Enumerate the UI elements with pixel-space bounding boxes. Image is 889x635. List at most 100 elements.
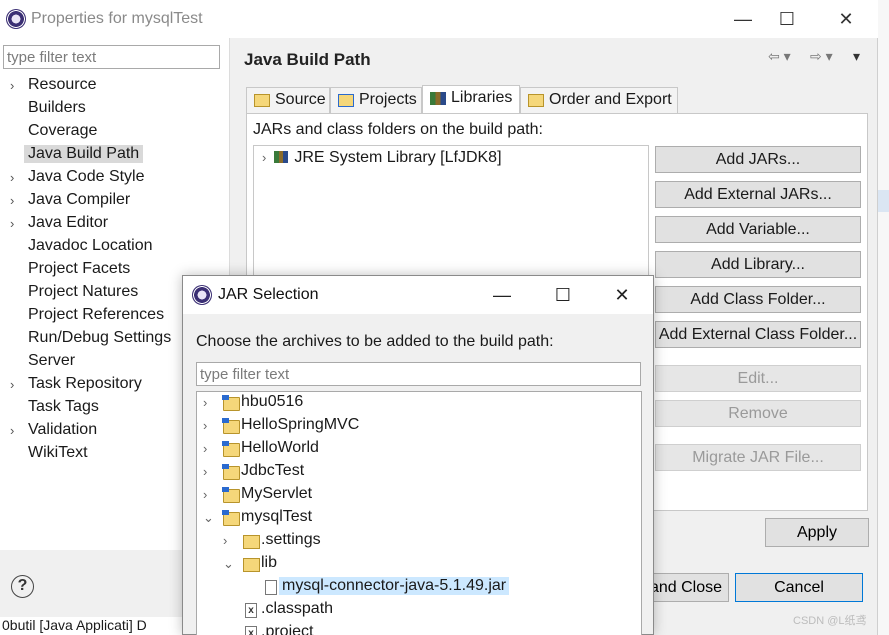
chevron-right-icon[interactable]: › [10,423,14,438]
chevron-right-icon[interactable]: › [10,170,14,185]
add-class-folder-button[interactable]: Add Class Folder... [655,286,861,313]
project-icon [222,441,240,457]
chevron-right-icon[interactable]: › [10,216,14,231]
category-label: Project References [28,306,165,323]
category-label: Java Code Style [28,168,145,185]
chevron-right-icon[interactable]: › [10,193,14,208]
archive-tree[interactable]: › hbu0516 › HelloSpringMVC › HelloWorld › JdbcT… [196,391,642,635]
category-item[interactable]: Builders [0,98,228,121]
projects-icon [338,94,354,107]
chevron-down-icon[interactable]: ⌄ [203,510,215,526]
jre-library-entry[interactable]: › JRE System Library [LfJDK8] [262,149,502,167]
tab-label: Projects [359,91,417,108]
xml-file-icon: x [245,626,257,635]
tree-item-label: .project [261,623,314,635]
chevron-right-icon[interactable]: › [10,78,14,93]
chevron-right-icon[interactable]: › [203,464,215,479]
category-label: Project Facets [28,260,131,277]
category-label: Builders [28,99,86,116]
category-label: Coverage [28,122,98,139]
chevron-right-icon[interactable]: › [203,441,215,456]
source-folder-icon [254,94,270,107]
category-label: Task Repository [28,375,142,392]
category-label: WikiText [28,444,88,461]
apply-button[interactable]: Apply [765,518,869,547]
help-icon[interactable]: ? [11,575,34,598]
dialog-maximize-button[interactable]: ☐ [552,284,574,306]
category-item[interactable]: Coverage [0,121,228,144]
chevron-down-icon[interactable]: ⌄ [223,556,235,572]
tab-source[interactable]: Source [246,87,330,113]
tree-item-label: .classpath [261,600,334,617]
view-menu-icon[interactable]: ▾ [853,48,860,65]
chevron-right-icon[interactable]: › [203,395,215,410]
migrate-jar-button[interactable]: Migrate JAR File... [655,444,861,471]
close-button[interactable]: ✕ [835,8,857,30]
tab-libraries[interactable]: Libraries [422,85,520,113]
chevron-right-icon[interactable]: › [203,418,215,433]
dialog-instruction: Choose the archives to be added to the b… [196,333,554,350]
tree-item-label: JdbcTest [241,462,305,479]
cancel-button[interactable]: Cancel [735,573,863,602]
category-label: Java Editor [28,214,109,231]
tree-item-label: lib [261,554,278,571]
edit-button[interactable]: Edit... [655,365,861,392]
minimize-button[interactable]: — [732,8,754,30]
file-icon [265,580,277,595]
tree-item-label: MyServlet [241,485,313,502]
background-console-tab[interactable]: 0butil [Java Applicati] D [0,617,200,635]
jars-label: JARs and class folders on the build path… [253,121,543,138]
eclipse-icon [6,9,26,29]
chevron-right-icon[interactable]: › [262,150,266,165]
tree-item-label: mysqlTest [241,508,313,525]
category-item[interactable]: › Java Compiler [0,190,228,213]
tab-order-and-export[interactable]: Order and Export [520,87,678,113]
category-item[interactable]: Java Build Path [0,144,228,167]
maximize-button[interactable]: ☐ [776,8,798,30]
remove-button[interactable]: Remove [655,400,861,427]
add-jars-button[interactable]: Add JARs... [655,146,861,173]
category-item[interactable]: › Java Code Style [0,167,228,190]
chevron-right-icon[interactable]: › [223,533,235,548]
forward-arrow-icon[interactable]: ⇨ ▾ [810,48,833,65]
category-label: Javadoc Location [28,237,153,254]
category-item[interactable]: › Resource [0,75,228,98]
add-library-button[interactable]: Add Library... [655,251,861,278]
category-label: Server [28,352,76,369]
tree-item-label: HelloSpringMVC [241,416,360,433]
title-bar: Properties for mysqlTest — ☐ ✕ [0,0,878,38]
tab-label: Libraries [451,89,513,106]
chevron-right-icon[interactable]: › [203,487,215,502]
archive-filter-input[interactable] [196,362,641,386]
add-external-jars-button[interactable]: Add External JARs... [655,181,861,208]
add-variable-button[interactable]: Add Variable... [655,216,861,243]
library-icon [274,151,289,163]
project-icon [222,487,240,503]
category-label: Java Compiler [28,191,131,208]
dialog-close-button[interactable]: ✕ [611,284,633,306]
project-icon [222,510,240,526]
dialog-title: JAR Selection [218,286,319,303]
tab-label: Order and Export [549,91,672,108]
category-label: Task Tags [28,398,99,415]
chevron-right-icon[interactable]: › [10,377,14,392]
category-label: Java Build Path [24,145,144,163]
dialog-minimize-button[interactable]: — [491,284,513,306]
tree-item-label: .settings [261,531,321,548]
add-external-class-folder-button[interactable]: Add External Class Folder... [655,321,861,348]
category-item[interactable]: › Java Editor [0,213,228,236]
category-item[interactable]: Javadoc Location [0,236,228,259]
project-icon [222,395,240,411]
project-icon [222,464,240,480]
watermark: CSDN @L纸鸢 [793,615,867,627]
category-label: Run/Debug Settings [28,329,172,346]
tab-projects[interactable]: Projects [330,87,422,113]
back-arrow-icon[interactable]: ⇦ ▾ [768,48,791,65]
category-filter-input[interactable] [3,45,220,69]
category-label: Validation [28,421,98,438]
xml-file-icon: x [245,603,257,618]
tab-label: Source [275,91,326,108]
background-highlight [878,190,889,212]
category-label: Project Natures [28,283,139,300]
folder-icon [243,535,260,549]
